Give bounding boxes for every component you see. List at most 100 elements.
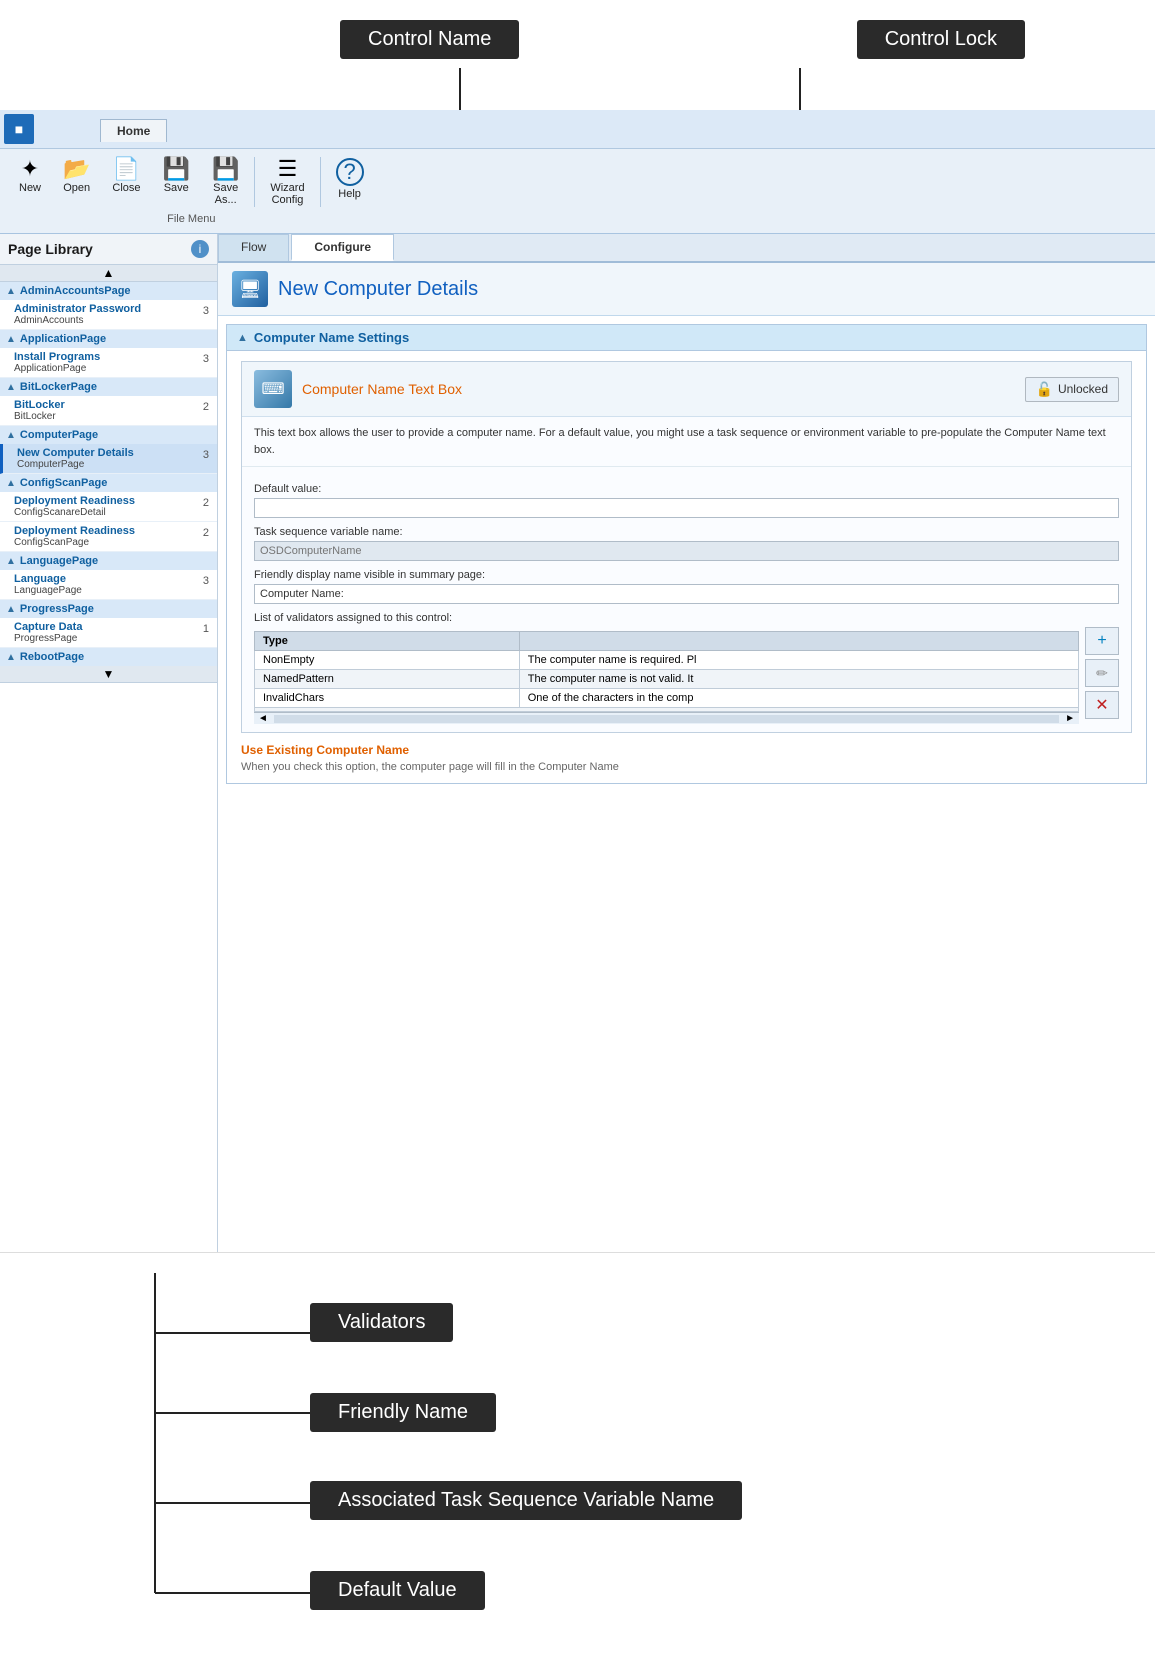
ribbon-saveas-button[interactable]: 💾 SaveAs... bbox=[201, 153, 250, 211]
sidebar-group-header-computer[interactable]: ▲ ComputerPage bbox=[0, 426, 217, 444]
task-seq-label: Task sequence variable name: bbox=[254, 526, 1119, 538]
sidebar-group-header-bitlocker[interactable]: ▲ BitLockerPage bbox=[0, 378, 217, 396]
sidebar-item-depl2-name: Deployment Readiness bbox=[14, 525, 197, 537]
scroll-left[interactable]: ◄ bbox=[254, 713, 272, 724]
sidebar-item-capture-sub: ProgressPage bbox=[14, 633, 197, 644]
sidebar-group-reboot: ▲ RebootPage bbox=[0, 648, 217, 666]
group-arrow-app: ▲ bbox=[6, 334, 16, 345]
group-arrow-language: ▲ bbox=[6, 556, 16, 567]
validator-type-3: InvalidChars bbox=[255, 689, 520, 708]
sidebar-item-bitlocker-num: 2 bbox=[197, 401, 209, 413]
sidebar-item-deployment1[interactable]: Deployment Readiness ConfigScanareDetail… bbox=[0, 492, 217, 522]
ribbon-new-button[interactable]: ✦ New bbox=[8, 153, 52, 211]
delete-validator-button[interactable]: ✕ bbox=[1085, 691, 1119, 719]
sidebar-header: Page Library i bbox=[0, 234, 217, 265]
ribbon-wizardconfig-button[interactable]: ☰ WizardConfig bbox=[259, 153, 315, 211]
use-existing-desc: When you check this option, the computer… bbox=[241, 761, 1132, 773]
content-area: Flow Configure 🖥 New Computer Details ▲ … bbox=[218, 234, 1155, 1252]
group-name-language: LanguagePage bbox=[20, 555, 98, 567]
sidebar-scroll-up[interactable]: ▲ bbox=[0, 265, 217, 282]
sidebar-group-language: ▲ LanguagePage Language LanguagePage 3 bbox=[0, 552, 217, 600]
table-scrollbar[interactable]: ◄ ► bbox=[254, 712, 1079, 724]
ribbon-area: ■ Home ✦ New 📂 Open 📄 Close bbox=[0, 110, 1155, 234]
sidebar-item-bitlocker-sub: BitLocker bbox=[14, 411, 197, 422]
section-header: ▲ Computer Name Settings bbox=[227, 325, 1146, 351]
sidebar-item-capture[interactable]: Capture Data ProgressPage 1 bbox=[0, 618, 217, 648]
control-name-label: Computer Name Text Box bbox=[302, 381, 1025, 397]
table-row[interactable]: NamedPattern The computer name is not va… bbox=[255, 670, 1079, 689]
sidebar-item-computer-name: New Computer Details bbox=[17, 447, 197, 459]
sidebar-item-language[interactable]: Language LanguagePage 3 bbox=[0, 570, 217, 600]
sidebar-group-header-progress[interactable]: ▲ ProgressPage bbox=[0, 600, 217, 618]
new-icon: ✦ bbox=[21, 158, 39, 180]
group-name-configscan: ConfigScanPage bbox=[20, 477, 107, 489]
ribbon-separator bbox=[254, 157, 255, 207]
scroll-right[interactable]: ► bbox=[1061, 713, 1079, 724]
use-existing-section: Use Existing Computer Name When you chec… bbox=[241, 743, 1132, 773]
sidebar-item-bitlocker-name: BitLocker bbox=[14, 399, 197, 411]
sidebar-group-header-admin[interactable]: ▲ AdminAccountsPage bbox=[0, 282, 217, 300]
ribbon-separator2 bbox=[320, 157, 321, 207]
tab-home[interactable]: Home bbox=[100, 119, 167, 142]
sidebar-item-depl2-sub: ConfigScanPage bbox=[14, 537, 197, 548]
friendly-input[interactable] bbox=[254, 584, 1119, 604]
sidebar-scroll-down[interactable]: ▼ bbox=[0, 666, 217, 683]
app-button[interactable]: ■ bbox=[4, 114, 34, 144]
sidebar-item-install-programs[interactable]: Install Programs ApplicationPage 3 bbox=[0, 348, 217, 378]
page-header: 🖥 New Computer Details bbox=[218, 263, 1155, 316]
file-menu-label: File Menu bbox=[167, 213, 215, 227]
annotation-friendly-name: Friendly Name bbox=[310, 1393, 496, 1432]
ribbon-help-button[interactable]: ? Help bbox=[325, 153, 375, 211]
annotation-control-name: Control Name bbox=[340, 20, 519, 59]
sidebar-item-admin-password[interactable]: Administrator Password AdminAccounts 3 bbox=[0, 300, 217, 330]
control-card-header: ⌨ Computer Name Text Box 🔓 Unlocked bbox=[242, 362, 1131, 417]
ribbon-save-button[interactable]: 💾 Save bbox=[152, 153, 201, 211]
sidebar-item-depl2-num: 2 bbox=[197, 527, 209, 539]
sidebar-item-new-computer[interactable]: New Computer Details ComputerPage 3 bbox=[0, 444, 217, 474]
open-label: Open bbox=[63, 182, 90, 194]
sidebar-item-lang-name: Language bbox=[14, 573, 197, 585]
edit-validator-button[interactable]: ✏ bbox=[1085, 659, 1119, 687]
sidebar-group-header-app[interactable]: ▲ ApplicationPage bbox=[0, 330, 217, 348]
tab-configure[interactable]: Configure bbox=[291, 234, 394, 261]
table-row[interactable]: NonEmpty The computer name is required. … bbox=[255, 651, 1079, 670]
bottom-annotations: Validators Friendly Name Associated Task… bbox=[0, 1252, 1155, 1672]
sidebar-group-admin: ▲ AdminAccountsPage Administrator Passwo… bbox=[0, 282, 217, 330]
close-label: Close bbox=[112, 182, 140, 194]
group-arrow-configscan: ▲ bbox=[6, 478, 16, 489]
add-validator-button[interactable]: + bbox=[1085, 627, 1119, 655]
tab-flow[interactable]: Flow bbox=[218, 234, 289, 261]
open-icon: 📂 bbox=[63, 158, 90, 180]
default-value-input[interactable] bbox=[254, 498, 1119, 518]
table-scroll-wrapper: Type NonEmpty The computer name is requ bbox=[254, 627, 1079, 724]
ribbon-close-button[interactable]: 📄 Close bbox=[101, 153, 151, 211]
lock-status-label: Unlocked bbox=[1058, 382, 1108, 396]
sidebar-group-bitlocker: ▲ BitLockerPage BitLocker BitLocker 2 bbox=[0, 378, 217, 426]
lock-badge[interactable]: 🔓 Unlocked bbox=[1025, 377, 1119, 402]
sidebar-info-icon[interactable]: i bbox=[191, 240, 209, 258]
group-arrow-progress: ▲ bbox=[6, 604, 16, 615]
default-value-label: Default value: bbox=[254, 483, 1119, 495]
annotation-default-value: Default Value bbox=[310, 1571, 485, 1610]
saveas-label: SaveAs... bbox=[213, 182, 238, 206]
sidebar-item-capture-num: 1 bbox=[197, 623, 209, 635]
sidebar-group-header-reboot[interactable]: ▲ RebootPage bbox=[0, 648, 217, 666]
use-existing-link[interactable]: Use Existing Computer Name bbox=[241, 743, 1132, 757]
ribbon-open-button[interactable]: 📂 Open bbox=[52, 153, 101, 211]
control-icon-glyph: ⌨ bbox=[261, 379, 284, 399]
wizard-label: WizardConfig bbox=[270, 182, 304, 206]
content-tabs: Flow Configure bbox=[218, 234, 1155, 263]
group-name-bitlocker: BitLockerPage bbox=[20, 381, 97, 393]
table-row[interactable]: InvalidChars One of the characters in th… bbox=[255, 689, 1079, 708]
sidebar-group-header-language[interactable]: ▲ LanguagePage bbox=[0, 552, 217, 570]
validators-buttons: + ✏ ✕ bbox=[1085, 627, 1119, 719]
group-name-reboot: RebootPage bbox=[20, 651, 84, 663]
sidebar-item-app-name: Install Programs bbox=[14, 351, 197, 363]
sidebar-group-header-configscan[interactable]: ▲ ConfigScanPage bbox=[0, 474, 217, 492]
group-arrow-computer: ▲ bbox=[6, 430, 16, 441]
ribbon-file-group: ✦ New 📂 Open 📄 Close 💾 Save 💾 Save bbox=[8, 153, 375, 227]
validator-desc-3: One of the characters in the comp bbox=[519, 689, 1078, 708]
save-label: Save bbox=[164, 182, 189, 194]
sidebar-item-bitlocker[interactable]: BitLocker BitLocker 2 bbox=[0, 396, 217, 426]
sidebar-item-deployment2[interactable]: Deployment Readiness ConfigScanPage 2 bbox=[0, 522, 217, 552]
